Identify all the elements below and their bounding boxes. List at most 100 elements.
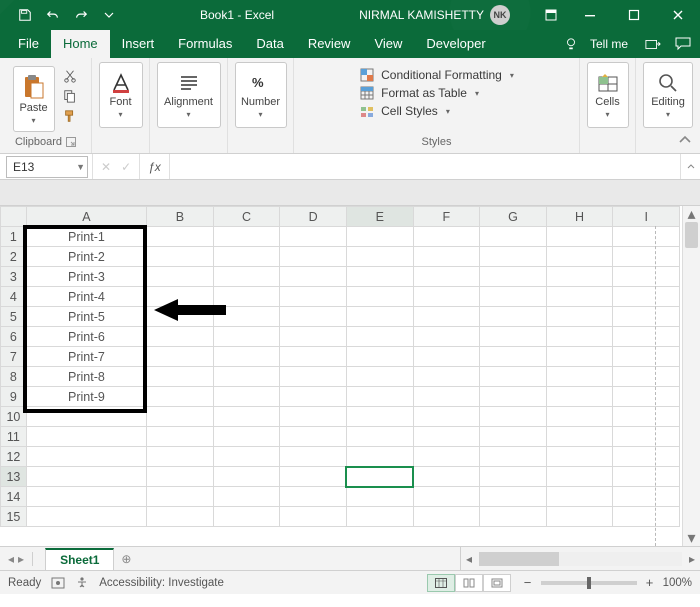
tab-formulas[interactable]: Formulas <box>166 30 244 58</box>
sheet-nav-next-icon[interactable]: ▸ <box>18 552 24 566</box>
cell-C8[interactable] <box>213 367 280 387</box>
cell-C11[interactable] <box>213 427 280 447</box>
cell-I1[interactable] <box>613 227 680 247</box>
cell-B6[interactable] <box>147 327 214 347</box>
cell-A4[interactable]: Print-4 <box>26 287 146 307</box>
scroll-up-icon[interactable]: ▴ <box>683 206 700 222</box>
tab-view[interactable]: View <box>362 30 414 58</box>
row-header-3[interactable]: 3 <box>1 267 27 287</box>
font-button[interactable]: Font ▾ <box>99 62 143 128</box>
cell-I8[interactable] <box>613 367 680 387</box>
cell-E15[interactable] <box>346 507 413 527</box>
cell-H9[interactable] <box>546 387 613 407</box>
qat-customize-icon[interactable] <box>98 4 120 26</box>
cut-icon[interactable] <box>61 68 79 84</box>
col-header-F[interactable]: F <box>413 207 480 227</box>
view-normal-icon[interactable] <box>427 574 455 592</box>
cell-D6[interactable] <box>280 327 347 347</box>
cell-F11[interactable] <box>413 427 480 447</box>
cell-C4[interactable] <box>213 287 280 307</box>
cell-E2[interactable] <box>346 247 413 267</box>
cell-G14[interactable] <box>480 487 547 507</box>
cell-B7[interactable] <box>147 347 214 367</box>
cell-I13[interactable] <box>613 467 680 487</box>
cell-A6[interactable]: Print-6 <box>26 327 146 347</box>
cell-E12[interactable] <box>346 447 413 467</box>
col-header-B[interactable]: B <box>147 207 214 227</box>
scroll-left-icon[interactable]: ◂ <box>461 552 477 566</box>
cell-G2[interactable] <box>480 247 547 267</box>
new-sheet-icon[interactable]: ⊕ <box>114 547 138 570</box>
cell-B14[interactable] <box>147 487 214 507</box>
cell-H7[interactable] <box>546 347 613 367</box>
tab-insert[interactable]: Insert <box>110 30 167 58</box>
row-header-1[interactable]: 1 <box>1 227 27 247</box>
scroll-down-icon[interactable]: ▾ <box>683 530 700 546</box>
alignment-button[interactable]: Alignment ▾ <box>157 62 221 128</box>
zoom-knob[interactable] <box>587 577 591 589</box>
cell-H10[interactable] <box>546 407 613 427</box>
cell-E8[interactable] <box>346 367 413 387</box>
cell-C2[interactable] <box>213 247 280 267</box>
cell-E14[interactable] <box>346 487 413 507</box>
row-header-2[interactable]: 2 <box>1 247 27 267</box>
cell-G12[interactable] <box>480 447 547 467</box>
sheet-tab-active[interactable]: Sheet1 <box>45 548 114 570</box>
number-button[interactable]: % Number ▾ <box>235 62 287 128</box>
cell-A1[interactable]: Print-1 <box>26 227 146 247</box>
cell-I7[interactable] <box>613 347 680 367</box>
cell-H2[interactable] <box>546 247 613 267</box>
cell-D15[interactable] <box>280 507 347 527</box>
cell-E4[interactable] <box>346 287 413 307</box>
cell-F7[interactable] <box>413 347 480 367</box>
cell-D13[interactable] <box>280 467 347 487</box>
cell-B1[interactable] <box>147 227 214 247</box>
row-header-9[interactable]: 9 <box>1 387 27 407</box>
minimize-button[interactable] <box>568 0 612 30</box>
cell-E5[interactable] <box>346 307 413 327</box>
accessibility-label[interactable]: Accessibility: Investigate <box>99 577 224 589</box>
cell-F1[interactable] <box>413 227 480 247</box>
cell-F2[interactable] <box>413 247 480 267</box>
cell-I14[interactable] <box>613 487 680 507</box>
hscroll-thumb[interactable] <box>479 552 559 566</box>
cell-I4[interactable] <box>613 287 680 307</box>
hscroll-track[interactable] <box>479 552 682 566</box>
worksheet-grid[interactable]: A B C D E F G H I 1Print-12Print-23Print… <box>0 206 682 546</box>
col-header-D[interactable]: D <box>280 207 347 227</box>
cell-G4[interactable] <box>480 287 547 307</box>
cell-E6[interactable] <box>346 327 413 347</box>
accessibility-icon[interactable] <box>75 576 89 590</box>
cell-E1[interactable] <box>346 227 413 247</box>
macro-record-icon[interactable] <box>51 576 65 590</box>
cell-G1[interactable] <box>480 227 547 247</box>
cell-G7[interactable] <box>480 347 547 367</box>
cell-C6[interactable] <box>213 327 280 347</box>
row-header-8[interactable]: 8 <box>1 367 27 387</box>
cell-I15[interactable] <box>613 507 680 527</box>
row-header-6[interactable]: 6 <box>1 327 27 347</box>
tab-developer[interactable]: Developer <box>414 30 497 58</box>
zoom-out-button[interactable]: − <box>521 575 535 590</box>
cell-A2[interactable]: Print-2 <box>26 247 146 267</box>
cell-A11[interactable] <box>26 427 146 447</box>
undo-icon[interactable] <box>42 4 64 26</box>
cell-C7[interactable] <box>213 347 280 367</box>
cell-D14[interactable] <box>280 487 347 507</box>
row-header-5[interactable]: 5 <box>1 307 27 327</box>
cell-E9[interactable] <box>346 387 413 407</box>
close-button[interactable] <box>656 0 700 30</box>
tellme-label[interactable]: Tell me <box>590 37 628 51</box>
cell-I2[interactable] <box>613 247 680 267</box>
cell-F13[interactable] <box>413 467 480 487</box>
cell-D8[interactable] <box>280 367 347 387</box>
cell-A10[interactable] <box>26 407 146 427</box>
cell-H6[interactable] <box>546 327 613 347</box>
cell-C15[interactable] <box>213 507 280 527</box>
expand-formula-bar-icon[interactable] <box>680 154 700 179</box>
cell-H11[interactable] <box>546 427 613 447</box>
cell-F4[interactable] <box>413 287 480 307</box>
cell-B4[interactable] <box>147 287 214 307</box>
cell-E7[interactable] <box>346 347 413 367</box>
cell-I10[interactable] <box>613 407 680 427</box>
